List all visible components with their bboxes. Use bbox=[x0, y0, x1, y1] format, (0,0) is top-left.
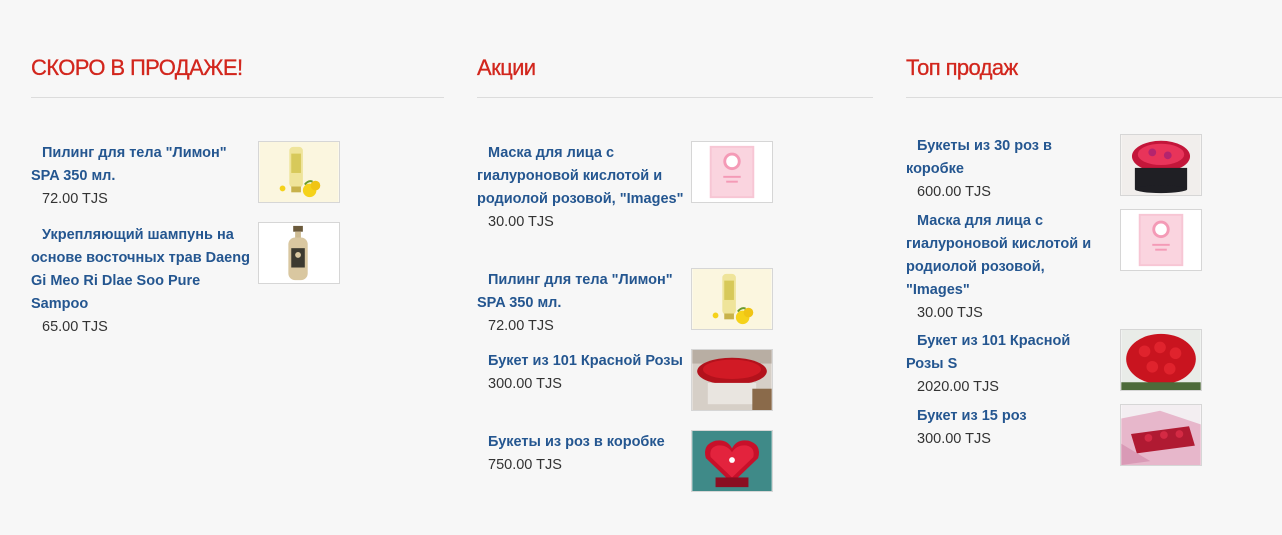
product-item: Букеты из роз в коробке 750.00 TJS bbox=[477, 431, 687, 476]
heart-box-roses-image[interactable] bbox=[691, 430, 773, 492]
product-price: 750.00 TJS bbox=[488, 457, 562, 473]
product-item: Маска для лица с гиалуроновой кислотой и… bbox=[477, 142, 687, 233]
red-roses-bouquet-image[interactable] bbox=[1120, 329, 1202, 391]
product-price: 65.00 TJS bbox=[42, 319, 108, 335]
column-title: СКОРО В ПРОДАЖЕ! bbox=[31, 55, 243, 80]
face-mask-image[interactable] bbox=[691, 141, 773, 203]
wrapped-roses-image[interactable] bbox=[1120, 404, 1202, 466]
lemon-peeling-tube-image[interactable] bbox=[691, 268, 773, 330]
product-item: Букет из 101 Красной Розы 300.00 TJS bbox=[477, 350, 687, 395]
product-name-link[interactable]: Букеты из роз в коробке bbox=[477, 431, 687, 454]
product-name-link[interactable]: Букет из 101 Красной Розы bbox=[477, 350, 687, 373]
product-name-link[interactable]: Укрепляющий шампунь на основе восточных … bbox=[31, 224, 251, 316]
product-name-link[interactable]: Пилинг для тела "Лимон" SPA 350 мл. bbox=[31, 142, 251, 188]
product-price: 300.00 TJS bbox=[488, 376, 562, 392]
product-name-link[interactable]: Маска для лица с гиалуроновой кислотой и… bbox=[477, 142, 687, 211]
lemon-peeling-tube-image[interactable] bbox=[258, 141, 340, 203]
product-price: 30.00 TJS bbox=[917, 305, 983, 321]
product-price: 300.00 TJS bbox=[917, 431, 991, 447]
column-title: Акции bbox=[477, 55, 536, 80]
product-item: Пилинг для тела "Лимон" SPA 350 мл. 72.0… bbox=[477, 269, 687, 337]
product-name-link[interactable]: Букеты из 30 роз в коробке bbox=[906, 135, 1111, 181]
face-mask-image[interactable] bbox=[1120, 209, 1202, 271]
product-price: 30.00 TJS bbox=[488, 214, 554, 230]
red-roses-bouquet-image[interactable] bbox=[691, 349, 773, 411]
column-divider bbox=[477, 97, 873, 98]
column-title: Топ продаж bbox=[906, 55, 1019, 80]
product-name-link[interactable]: Пилинг для тела "Лимон" SPA 350 мл. bbox=[477, 269, 687, 315]
product-item: Букет из 101 Красной Розы S 2020.00 TJS bbox=[906, 330, 1111, 398]
product-price: 2020.00 TJS bbox=[917, 379, 999, 395]
product-name-link[interactable]: Букет из 15 роз bbox=[906, 405, 1111, 428]
product-item: Букеты из 30 роз в коробке 600.00 TJS bbox=[906, 135, 1111, 203]
product-price: 72.00 TJS bbox=[488, 318, 554, 334]
product-item: Укрепляющий шампунь на основе восточных … bbox=[31, 224, 251, 338]
product-name-link[interactable]: Букет из 101 Красной Розы S bbox=[906, 330, 1111, 376]
product-item: Пилинг для тела "Лимон" SPA 350 мл. 72.0… bbox=[31, 142, 251, 210]
product-price: 72.00 TJS bbox=[42, 191, 108, 207]
column-divider bbox=[31, 97, 444, 98]
shampoo-bottle-image[interactable] bbox=[258, 222, 340, 284]
product-price: 600.00 TJS bbox=[917, 184, 991, 200]
product-item: Букет из 15 роз 300.00 TJS bbox=[906, 405, 1111, 450]
column-divider bbox=[906, 97, 1282, 98]
roses-hatbox-image[interactable] bbox=[1120, 134, 1202, 196]
product-item: Маска для лица с гиалуроновой кислотой и… bbox=[906, 210, 1111, 324]
product-name-link[interactable]: Маска для лица с гиалуроновой кислотой и… bbox=[906, 210, 1111, 302]
